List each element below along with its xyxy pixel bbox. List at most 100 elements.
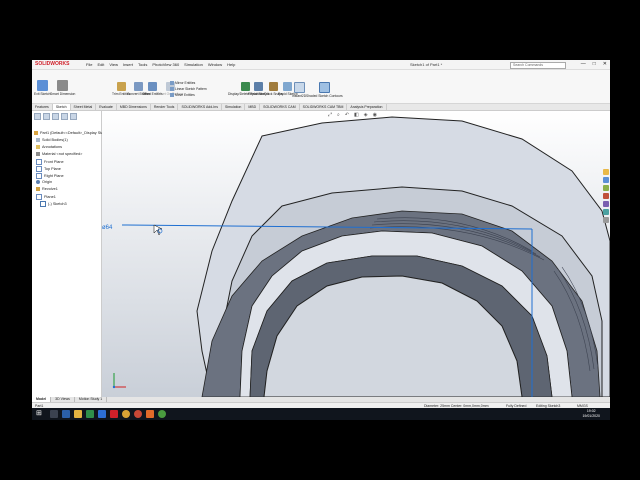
windows-start-icon[interactable]: ⊞	[36, 410, 44, 418]
smart-dimension-button[interactable]: Smart Dimension	[50, 80, 75, 96]
display-style-icon[interactable]: ◉	[373, 112, 377, 118]
zoom-to-fit-icon[interactable]: ⤢	[328, 112, 332, 118]
dimxpert-icon[interactable]	[61, 113, 68, 120]
tree-toolbar	[34, 113, 77, 120]
solidworks-window: SOLIDWORKS File Edit View Insert Tools P…	[32, 60, 610, 408]
search-icon[interactable]	[50, 410, 58, 418]
system-clock[interactable]: 19:02 19/01/2020	[582, 409, 600, 419]
tree-item-label: Right Plane	[44, 174, 64, 178]
tab-addins[interactable]: SOLIDWORKS Add-Ins	[178, 104, 223, 110]
plane-icon	[36, 194, 42, 200]
mail-icon[interactable]	[98, 410, 106, 418]
menu-file[interactable]: File	[86, 62, 92, 67]
file-explorer-icon[interactable]	[603, 185, 609, 191]
tree-item-label: Plane1	[44, 195, 56, 199]
chrome-icon[interactable]	[122, 410, 130, 418]
tab-simulation[interactable]: Simulation	[222, 104, 246, 110]
tree-item-solid-bodies[interactable]: Solid Bodies(1)	[36, 138, 68, 142]
browser-icon[interactable]	[158, 410, 166, 418]
tree-item-plane1[interactable]: Plane1	[36, 194, 56, 200]
app-icon[interactable]	[146, 410, 154, 418]
windows-taskbar: ⊞ 19:02 19/01/2020	[32, 408, 610, 420]
store-icon[interactable]	[86, 410, 94, 418]
tree-item-annotations[interactable]: Annotations	[36, 145, 62, 149]
tab-sketch[interactable]: Sketch	[52, 104, 71, 110]
tree-item-label: (-) Sketch3	[48, 202, 67, 206]
feature-manager-tree: Part1 (Default<<Default>_Display State 1…	[32, 111, 113, 397]
menu-simulation[interactable]: Simulation	[184, 62, 203, 67]
design-library-icon[interactable]	[603, 177, 609, 183]
view-palette-icon[interactable]	[603, 193, 609, 199]
tree-item-label: Top Plane	[44, 167, 61, 171]
tree-item-label: Solid Bodies(1)	[42, 138, 68, 142]
close-button[interactable]: ✕	[603, 61, 607, 67]
title-bar: SOLIDWORKS File Edit View Insert Tools P…	[32, 60, 610, 70]
tab-features[interactable]: Features	[32, 104, 53, 110]
tab-mbd[interactable]: MBD	[245, 104, 261, 110]
tree-item-material[interactable]: Material <not specified>	[36, 152, 82, 156]
window-controls: — □ ✕	[581, 61, 607, 67]
menu-photoview[interactable]: PhotoView 360	[152, 62, 179, 67]
chrome-icon-2[interactable]	[134, 410, 142, 418]
menu-bar: File Edit View Insert Tools PhotoView 36…	[86, 62, 235, 67]
exit-sketch-label: Exit Sketch	[34, 92, 51, 96]
mirror-entities-button[interactable]: Mirror Entities	[170, 81, 195, 85]
feature-manager-icon[interactable]	[34, 113, 41, 120]
tree-item-label: Annotations	[42, 145, 63, 149]
section-view-icon[interactable]: ◧	[354, 112, 359, 118]
tab-render-tools[interactable]: Render Tools	[151, 104, 179, 110]
display-manager-icon[interactable]	[70, 113, 77, 120]
dimension-label[interactable]: ø64	[102, 225, 113, 231]
command-manager: Exit Sketch Smart Dimension Trim Entitie…	[32, 70, 610, 104]
mirror-icon	[170, 81, 174, 85]
smart-dimension-icon	[57, 80, 69, 91]
menu-edit[interactable]: Edit	[97, 62, 104, 67]
exit-sketch-button[interactable]: Exit Sketch	[34, 80, 51, 96]
repair-icon	[253, 82, 263, 91]
tree-item-revolve1[interactable]: Revolve1	[36, 187, 58, 191]
tree-item-sketch3[interactable]: (-) Sketch3	[40, 201, 67, 207]
forum-icon[interactable]	[603, 217, 609, 223]
solidworks-taskbar-icon[interactable]	[110, 410, 118, 418]
tab-cam[interactable]: SOLIDWORKS CAM	[260, 104, 300, 110]
instant2d-button[interactable]: Instant2D	[292, 82, 306, 98]
task-view-icon[interactable]	[62, 410, 70, 418]
menu-tools[interactable]: Tools	[138, 62, 147, 67]
exit-sketch-icon	[36, 80, 48, 91]
trim-icon	[116, 82, 126, 91]
tab-sheet-metal[interactable]: Sheet Metal	[71, 104, 97, 110]
tree-item-label: Origin	[42, 180, 53, 184]
shaded-sketch-contours-button[interactable]: Shaded Sketch Contours	[306, 82, 343, 98]
resources-icon[interactable]	[603, 169, 609, 175]
tree-item-top-plane[interactable]: Top Plane	[36, 166, 61, 172]
minimize-button[interactable]: —	[581, 61, 586, 67]
graphics-area[interactable]: ø64 ⤢ ⌕ ↶ ◧ ◈ ◉	[102, 111, 610, 397]
maximize-button[interactable]: □	[593, 61, 596, 67]
tab-mbd-dimensions[interactable]: MBD Dimensions	[117, 104, 151, 110]
document-title: Sketch1 of Part1 *	[410, 62, 443, 67]
search-commands-input[interactable]: Search Commands	[510, 62, 566, 69]
previous-view-icon[interactable]: ↶	[345, 112, 349, 118]
tab-evaluate[interactable]: Evaluate	[96, 104, 117, 110]
menu-view[interactable]: View	[109, 62, 118, 67]
menu-help[interactable]: Help	[227, 62, 235, 67]
linear-pattern-button[interactable]: Linear Sketch Pattern	[170, 87, 207, 91]
menu-insert[interactable]: Insert	[123, 62, 133, 67]
smart-dimension-label: Smart Dimension	[50, 92, 76, 96]
menu-window[interactable]: Window	[208, 62, 222, 67]
custom-properties-icon[interactable]	[603, 209, 609, 215]
tree-item-right-plane[interactable]: Right Plane	[36, 173, 64, 179]
material-icon	[36, 152, 40, 156]
tab-cam-tbm[interactable]: SOLIDWORKS CAM TBM	[300, 104, 348, 110]
move-entities-button[interactable]: Move Entities	[170, 93, 195, 97]
tree-item-origin[interactable]: Origin	[36, 180, 52, 184]
view-orientation-icon[interactable]: ◈	[364, 112, 368, 118]
property-manager-icon[interactable]	[43, 113, 50, 120]
folder-icon	[36, 138, 40, 142]
tab-analysis-preparation[interactable]: Analysis Preparation	[347, 104, 387, 110]
appearances-icon[interactable]	[603, 201, 609, 207]
configuration-manager-icon[interactable]	[52, 113, 59, 120]
zoom-area-icon[interactable]: ⌕	[337, 112, 340, 118]
tree-item-front-plane[interactable]: Front Plane	[36, 159, 64, 165]
file-explorer-icon[interactable]	[74, 410, 82, 418]
